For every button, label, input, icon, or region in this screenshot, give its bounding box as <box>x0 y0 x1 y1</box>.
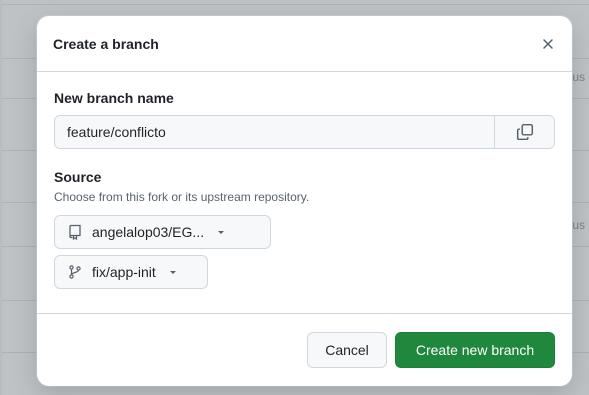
branch-dropdown[interactable]: fix/app-init <box>54 255 208 289</box>
caret-down-icon <box>216 227 226 237</box>
background-divider <box>2 4 589 5</box>
copy-icon <box>516 123 533 141</box>
dialog-header: Create a branch <box>37 16 572 72</box>
copy-button[interactable] <box>494 116 554 148</box>
close-button[interactable] <box>536 32 560 56</box>
source-title: Source <box>54 169 102 185</box>
branch-name-input-group <box>54 115 555 149</box>
dialog-footer: Cancel Create new branch <box>37 313 572 386</box>
repository-label: angelalop03/EG... <box>92 224 205 240</box>
background-status-text: tus <box>569 218 586 232</box>
branch-name-label: New branch name <box>54 90 174 106</box>
cancel-button[interactable]: Cancel <box>307 332 387 368</box>
repo-icon <box>67 224 83 240</box>
close-icon <box>543 38 553 49</box>
dialog-body: New branch name Source Choose from this … <box>37 72 572 289</box>
caret-down-icon <box>168 267 178 277</box>
create-branch-dialog: Create a branch New branch name Source C… <box>37 16 572 386</box>
background-status-text: tus <box>569 70 586 84</box>
source-description: Choose from this fork or its upstream re… <box>54 190 310 204</box>
source-section: Source Choose from this fork or its upst… <box>54 169 555 289</box>
repository-dropdown[interactable]: angelalop03/EG... <box>54 215 271 249</box>
dialog-title: Create a branch <box>53 35 159 52</box>
branch-label: fix/app-init <box>92 264 156 280</box>
branch-name-input[interactable] <box>55 116 494 148</box>
git-branch-icon <box>67 264 83 280</box>
create-new-branch-button[interactable]: Create new branch <box>395 332 555 368</box>
